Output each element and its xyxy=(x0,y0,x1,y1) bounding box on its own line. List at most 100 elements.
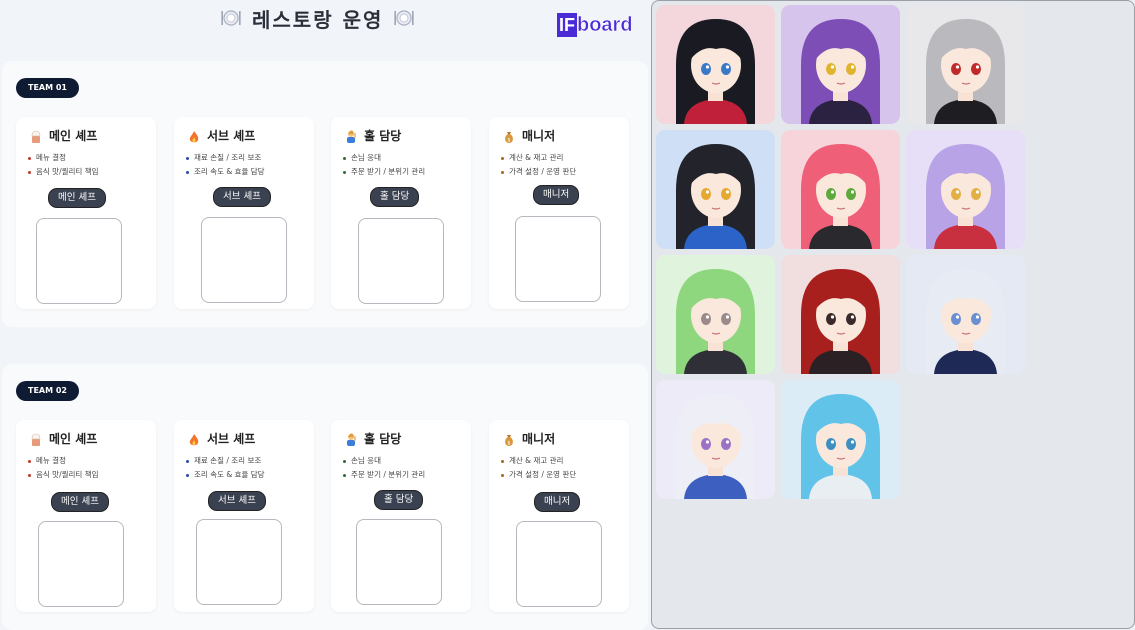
duty-text: 메뉴 결정 xyxy=(36,153,66,162)
duty-item: 조리 속도 & 효율 담당 xyxy=(186,468,265,482)
duty-list: 재료 손질 / 조리 보조조리 속도 & 효율 담당 xyxy=(186,151,265,179)
duty-list: 계산 & 재고 관리가격 설정 / 운영 판단 xyxy=(501,454,576,482)
bullet-dot xyxy=(186,170,189,174)
character-drop-slot[interactable] xyxy=(36,218,122,304)
duty-item: 주문 받기 / 분위기 관리 xyxy=(343,165,425,179)
character-drop-slot[interactable] xyxy=(516,521,602,607)
bullet-dot xyxy=(501,473,504,477)
manager-card: $ 매니저 계산 & 재고 관리 가격 설정 / 운영 판단 매니저 xyxy=(489,117,629,309)
role-name: 서브 셰프 xyxy=(207,432,256,446)
duty-item: 메뉴 결정 xyxy=(28,151,99,165)
duty-item: 가격 설정 / 운영 판단 xyxy=(501,165,576,179)
card-header: 서브 셰프 xyxy=(187,127,255,144)
sub-chef-card: 서브 셰프 재료 손질 / 조리 보조 조리 속도 & 효율 담당 서브 셰프 xyxy=(174,117,314,309)
app-window: 레스토랑 운영 IF board TEAM 01 메인 셰프 메뉴 결정 음식 맛/퀄리… xyxy=(0,0,1135,630)
character-drop-slot[interactable] xyxy=(196,519,282,605)
team-panel: TEAM 02 메인 셰프 메뉴 결정 음식 맛/퀄리티 책임 메인 셰프 서브 셰프 재료… xyxy=(2,364,648,630)
avatar-silver-hair-police-cap[interactable] xyxy=(906,5,1025,124)
character-drop-slot[interactable] xyxy=(38,521,124,607)
role-name: 매니저 xyxy=(522,129,556,143)
bullet-dot xyxy=(501,459,504,463)
card-header: 메인 셰프 xyxy=(29,127,97,144)
duty-item: 계산 & 재고 관리 xyxy=(501,454,576,468)
hall-staff-card: 홀 담당 손님 응대 주문 받기 / 분위기 관리 홀 담당 xyxy=(331,117,471,309)
duty-list: 계산 & 재고 관리가격 설정 / 운영 판단 xyxy=(501,151,576,179)
card-header: $ 매니저 xyxy=(502,127,555,144)
avatar-lavender-hair-cat-ears[interactable] xyxy=(906,130,1025,249)
main-chef-card: 메인 셰프 메뉴 결정 음식 맛/퀄리티 책임 메인 셰프 xyxy=(16,117,156,309)
avatar-white-hair-maid[interactable] xyxy=(906,255,1025,374)
duty-item: 주문 받기 / 분위기 관리 xyxy=(343,468,425,482)
bullet-dot xyxy=(343,156,346,160)
character-roster-panel xyxy=(651,0,1135,629)
duty-list: 재료 손질 / 조리 보조조리 속도 & 효율 담당 xyxy=(186,454,265,482)
character-drop-slot[interactable] xyxy=(358,218,444,304)
character-drop-slot[interactable] xyxy=(356,519,442,605)
role-name: 홀 담당 xyxy=(364,129,402,143)
bullet-dot xyxy=(343,473,346,477)
duty-list: 메뉴 결정음식 맛/퀄리티 책임 xyxy=(28,151,99,179)
hall-staff-button[interactable]: 홀 담당 xyxy=(374,490,424,510)
manager-button[interactable]: 매니저 xyxy=(533,185,580,205)
duty-text: 음식 맛/퀄리티 책임 xyxy=(36,167,99,176)
duty-text: 계산 & 재고 관리 xyxy=(509,456,564,465)
bullet-dot xyxy=(186,156,189,160)
role-name: 매니저 xyxy=(522,432,556,446)
manager-card: $ 매니저 계산 & 재고 관리 가격 설정 / 운영 판단 매니저 xyxy=(489,420,629,612)
duty-text: 계산 & 재고 관리 xyxy=(509,153,564,162)
sub-chef-card: 서브 셰프 재료 손질 / 조리 보조 조리 속도 & 효율 담당 서브 셰프 xyxy=(174,420,314,612)
page-title: 레스토랑 운영 xyxy=(220,4,415,32)
fire-icon xyxy=(187,432,201,446)
hall-staff-button[interactable]: 홀 담당 xyxy=(370,187,420,207)
card-header: 서브 셰프 xyxy=(187,430,255,447)
bullet-dot xyxy=(28,473,31,477)
duty-item: 손님 응대 xyxy=(343,454,425,468)
character-drop-slot[interactable] xyxy=(515,216,601,302)
duty-item: 메뉴 결정 xyxy=(28,454,99,468)
team-board-panel: 레스토랑 운영 IF board TEAM 01 메인 셰프 메뉴 결정 음식 맛/퀄리… xyxy=(0,0,651,630)
duty-item: 조리 속도 & 효율 담당 xyxy=(186,165,265,179)
role-name: 메인 셰프 xyxy=(49,129,98,143)
card-header: $ 매니저 xyxy=(502,430,555,447)
avatar-blue-hood[interactable] xyxy=(656,130,775,249)
team-panel: TEAM 01 메인 셰프 메뉴 결정 음식 맛/퀄리티 책임 메인 셰프 서브 셰프 재료… xyxy=(2,61,648,327)
waving-person-icon xyxy=(344,432,358,446)
duty-text: 재료 손질 / 조리 보조 xyxy=(194,153,262,162)
main-chef-button[interactable]: 메인 셰프 xyxy=(48,188,106,208)
avatar-white-hair-unicorn[interactable] xyxy=(656,380,775,499)
plate-cutlery-icon xyxy=(220,7,242,29)
duty-item: 재료 손질 / 조리 보조 xyxy=(186,454,265,468)
duty-item: 손님 응대 xyxy=(343,151,425,165)
duty-text: 가격 설정 / 운영 판단 xyxy=(509,470,577,479)
avatar-black-hair-red-bow[interactable] xyxy=(656,5,775,124)
avatar-pink-hair-sunglasses[interactable] xyxy=(781,130,900,249)
duty-text: 음식 맛/퀄리티 책임 xyxy=(36,470,99,479)
duty-text: 조리 속도 & 효율 담당 xyxy=(194,470,265,479)
role-name: 홀 담당 xyxy=(364,432,402,446)
bullet-dot xyxy=(501,156,504,160)
waving-person-icon xyxy=(344,129,358,143)
bullet-dot xyxy=(186,459,189,463)
avatar-red-hair[interactable] xyxy=(781,255,900,374)
bullet-dot xyxy=(186,473,189,477)
character-drop-slot[interactable] xyxy=(201,217,287,303)
avatar-aqua-hair-goggles[interactable] xyxy=(781,380,900,499)
chef-icon xyxy=(29,432,43,446)
bullet-dot xyxy=(28,459,31,463)
sub-chef-button[interactable]: 서브 셰프 xyxy=(213,187,271,207)
svg-text:$: $ xyxy=(507,440,510,446)
duty-list: 손님 응대주문 받기 / 분위기 관리 xyxy=(343,151,425,179)
money-bag-icon: $ xyxy=(502,129,516,143)
manager-button[interactable]: 매니저 xyxy=(534,492,581,512)
duty-item: 음식 맛/퀄리티 책임 xyxy=(28,468,99,482)
duty-text: 메뉴 결정 xyxy=(36,456,66,465)
main-chef-card: 메인 셰프 메뉴 결정 음식 맛/퀄리티 책임 메인 셰프 xyxy=(16,420,156,612)
avatar-purple-hair-horns[interactable] xyxy=(781,5,900,124)
sub-chef-button[interactable]: 서브 셰프 xyxy=(208,491,266,511)
main-chef-button[interactable]: 메인 셰프 xyxy=(51,492,109,512)
duty-text: 손님 응대 xyxy=(351,456,381,465)
bullet-dot xyxy=(28,156,31,160)
duty-list: 손님 응대주문 받기 / 분위기 관리 xyxy=(343,454,425,482)
avatar-green-hair[interactable] xyxy=(656,255,775,374)
duty-text: 손님 응대 xyxy=(351,153,381,162)
